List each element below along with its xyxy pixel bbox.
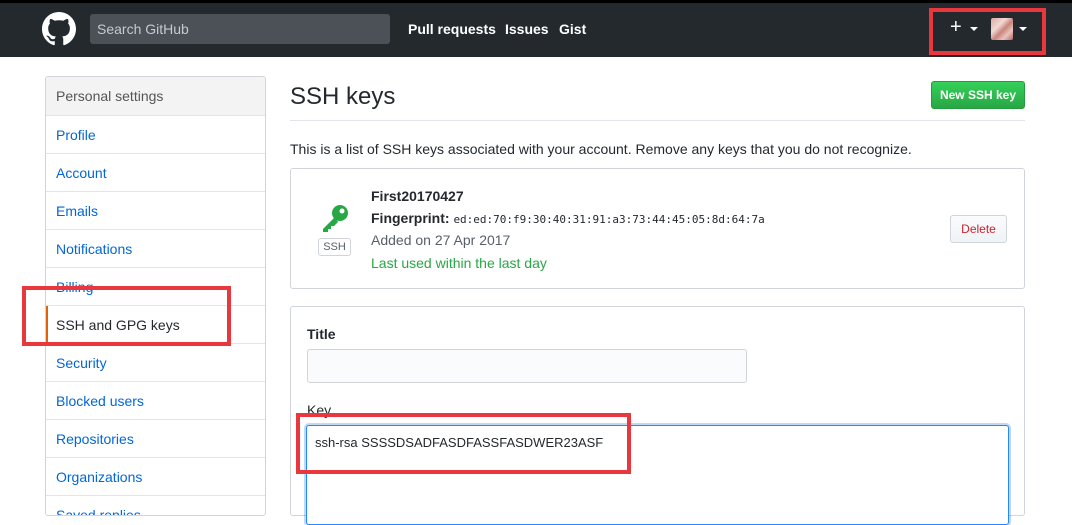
annotation-box-key-value: [296, 413, 631, 474]
page-title: SSH keys: [290, 83, 396, 110]
nav-gist[interactable]: Gist: [559, 21, 586, 37]
annotation-box-ssh-gpg-keys: [22, 286, 231, 346]
fingerprint-label: Fingerprint:: [371, 210, 450, 226]
top-header: Pull requests Issues Gist +: [0, 0, 1072, 57]
add-ssh-key-form: Title Key ssh-rsa SSSSDSADFASDFASSFASDWE…: [290, 306, 1025, 525]
sidebar-item-notifications[interactable]: Notifications: [46, 230, 265, 268]
intro-text: This is a list of SSH keys associated wi…: [290, 141, 912, 157]
delete-key-button[interactable]: Delete: [950, 215, 1007, 243]
new-ssh-key-button[interactable]: New SSH key: [931, 81, 1025, 109]
key-added-date: Added on 27 Apr 2017: [371, 232, 511, 248]
sidebar-item-account[interactable]: Account: [46, 154, 265, 192]
ssh-key-entry: SSH First20170427 Fingerprint: ed:ed:70:…: [290, 168, 1025, 289]
title-field-label: Title: [307, 326, 336, 342]
sidebar-item-blocked-users[interactable]: Blocked users: [46, 382, 265, 420]
github-logo-icon[interactable]: [42, 12, 76, 46]
key-last-used: Last used within the last day: [371, 255, 547, 271]
sidebar-item-emails[interactable]: Emails: [46, 192, 265, 230]
fingerprint-row: Fingerprint: ed:ed:70:f9:30:40:31:91:a3:…: [371, 210, 765, 226]
title-input[interactable]: [307, 349, 747, 383]
sidebar-item-repositories[interactable]: Repositories: [46, 420, 265, 458]
ssh-badge: SSH: [318, 238, 351, 256]
fingerprint-value: ed:ed:70:f9:30:40:31:91:a3:73:44:45:05:8…: [453, 213, 765, 226]
key-icon: [323, 205, 348, 232]
sidebar-item-saved-replies[interactable]: Saved replies: [46, 496, 265, 515]
key-title: First20170427: [371, 188, 464, 204]
annotation-box-header-actions: [929, 8, 1046, 55]
sidebar-heading: Personal settings: [46, 77, 265, 116]
nav-pull-requests[interactable]: Pull requests: [408, 21, 496, 37]
title-divider: [290, 120, 1025, 121]
sidebar-item-security[interactable]: Security: [46, 344, 265, 382]
sidebar-item-organizations[interactable]: Organizations: [46, 458, 265, 496]
search-input[interactable]: [90, 14, 390, 44]
sidebar-item-profile[interactable]: Profile: [46, 116, 265, 154]
nav-issues[interactable]: Issues: [505, 21, 549, 37]
header-top-border: [0, 0, 1072, 3]
